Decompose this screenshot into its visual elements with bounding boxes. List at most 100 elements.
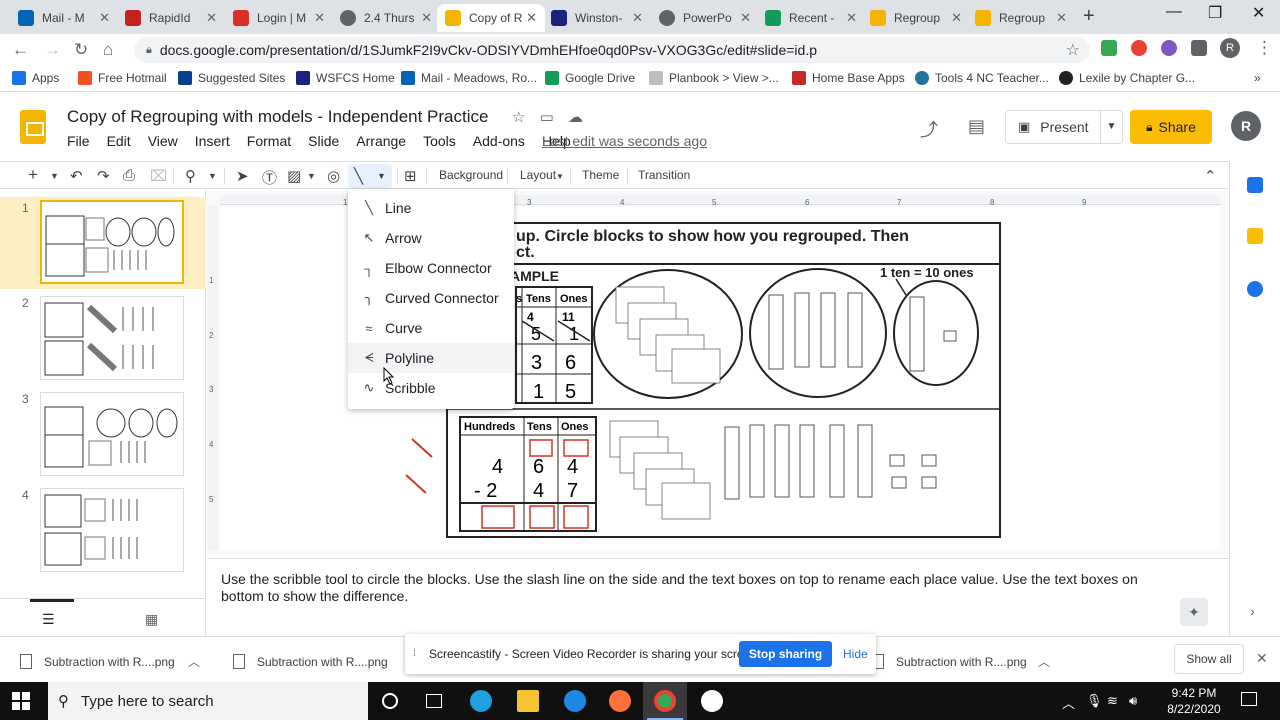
calendar-icon[interactable] (1247, 177, 1263, 193)
menu-file[interactable]: File (67, 133, 90, 149)
grid-view-icon[interactable]: ▦ (145, 611, 158, 628)
taskbar-clock[interactable]: 9:42 PM 8/22/2020 (1160, 685, 1228, 717)
menu-item-polyline[interactable]: ᗕ Polyline (348, 343, 514, 373)
back-icon[interactable]: ← (12, 40, 29, 60)
comment-icon[interactable]: ▤ (968, 116, 985, 137)
present-dropdown-icon[interactable]: ▼ (1100, 111, 1122, 143)
app-icon[interactable] (690, 682, 734, 720)
bookmark[interactable]: Home Base Apps (792, 71, 905, 85)
theme-button[interactable]: Theme (582, 168, 619, 182)
line-dropdown-icon[interactable]: ▼ (377, 171, 386, 181)
image-icon[interactable]: ▨ (287, 167, 301, 185)
browser-tab-active[interactable]: Copy of R ✕ (437, 4, 545, 32)
tray-chevron-icon[interactable]: ︿ (1062, 693, 1075, 712)
transition-button[interactable]: Transition (638, 168, 690, 182)
browser-tab[interactable]: RapidId ✕ (117, 4, 225, 32)
bookmark[interactable]: Google Drive (545, 71, 635, 85)
close-tab-icon[interactable]: ✕ (421, 10, 432, 26)
puzzle-icon[interactable] (1191, 40, 1207, 56)
extension-icon[interactable] (1131, 40, 1147, 56)
restore-icon[interactable]: ❐ (1208, 3, 1222, 23)
firefox-icon[interactable] (598, 682, 642, 720)
explore-icon[interactable]: ✦ (1180, 598, 1208, 626)
line-icon[interactable]: ╲ (354, 167, 363, 185)
stop-sharing-button[interactable]: Stop sharing (739, 641, 832, 667)
drag-handle-icon[interactable]: ⁞ (413, 648, 416, 659)
menu-edit[interactable]: Edit (107, 133, 131, 149)
menu-format[interactable]: Format (247, 133, 291, 149)
move-folder-icon[interactable]: ▭ (540, 109, 554, 126)
menu-view[interactable]: View (148, 133, 178, 149)
slide-thumbnail-1[interactable] (40, 200, 184, 284)
menu-arrange[interactable]: Arrange (356, 133, 406, 149)
slide-thumbnail-4[interactable] (40, 488, 184, 572)
home-icon[interactable]: ⌂ (103, 40, 113, 60)
menu-item-elbow-connector[interactable]: ┐ Elbow Connector (348, 253, 514, 283)
hide-button[interactable]: Hide (843, 647, 868, 661)
close-tab-icon[interactable]: ✕ (526, 10, 537, 26)
close-tab-icon[interactable]: ✕ (1056, 10, 1067, 26)
collapse-toolbar-icon[interactable]: ⌃ (1204, 167, 1217, 185)
print-icon[interactable]: ⎙ (123, 167, 135, 184)
network-icon[interactable]: ≋ (1107, 693, 1118, 709)
browser-tab[interactable]: Winston- ✕ (543, 4, 651, 32)
undo-icon[interactable]: ↶ (70, 167, 83, 185)
more-bookmarks-icon[interactable]: » (1254, 71, 1261, 85)
close-tab-icon[interactable]: ✕ (740, 10, 751, 26)
speaker-notes-text[interactable]: Use the scribble tool to circle the bloc… (221, 571, 1181, 605)
notification-icon[interactable] (1241, 692, 1257, 706)
keep-icon[interactable] (1247, 228, 1263, 244)
bookmark[interactable]: Mail - Meadows, Ro... (401, 71, 537, 85)
bookmark-star-icon[interactable]: ☆ (1066, 40, 1080, 60)
close-tab-icon[interactable]: ✕ (206, 10, 217, 26)
menu-item-curve[interactable]: ≈ Curve (348, 313, 514, 343)
extension-icon[interactable] (1161, 40, 1177, 56)
document-title[interactable]: Copy of Regrouping with models - Indepen… (67, 107, 488, 127)
close-tab-icon[interactable]: ✕ (314, 10, 325, 26)
bookmark[interactable]: Free Hotmail (78, 71, 167, 85)
close-tab-icon[interactable]: ✕ (846, 10, 857, 26)
expand-panel-icon[interactable]: › (1250, 603, 1266, 619)
new-slide-dropdown-icon[interactable]: ▼ (50, 171, 59, 181)
menu-slide[interactable]: Slide (308, 133, 339, 149)
cloud-status-icon[interactable]: ☁ (568, 109, 583, 126)
share-button[interactable]: 🔒︎ Share (1130, 110, 1212, 144)
forward-icon[interactable]: → (44, 40, 61, 60)
last-edit-link[interactable]: Last edit was seconds ago (542, 133, 707, 149)
volume-icon[interactable]: 🔊︎ (1129, 693, 1137, 709)
bookmark[interactable]: Lexile by Chapter G... (1059, 71, 1195, 85)
edge-icon[interactable] (459, 682, 503, 720)
background-button[interactable]: Background (439, 168, 503, 182)
browser-tab[interactable]: 2.4 Thurs ✕ (332, 4, 440, 32)
browser-tab[interactable]: Login | M ✕ (225, 4, 333, 32)
activity-trend-icon[interactable]: ⤴ (920, 116, 938, 142)
star-icon[interactable]: ☆ (512, 109, 525, 126)
zoom-dropdown-icon[interactable]: ▼ (208, 171, 217, 181)
menu-addons[interactable]: Add-ons (473, 133, 525, 149)
select-cursor-icon[interactable]: ➤ (236, 167, 249, 185)
zoom-icon[interactable]: ⚲ (185, 167, 196, 185)
show-all-button[interactable]: Show all (1174, 644, 1244, 674)
bookmark[interactable]: WSFCS Home (296, 71, 395, 85)
text-box-icon[interactable]: Ⓣ (262, 167, 277, 188)
account-avatar[interactable]: R (1231, 111, 1261, 141)
browser-tab[interactable]: PowerPo ✕ (651, 4, 759, 32)
filmstrip-view-icon[interactable]: ☰ (42, 611, 55, 628)
internet-explorer-icon[interactable] (553, 682, 597, 720)
present-button[interactable]: ▣ Present ▼ (1005, 110, 1123, 144)
minimize-icon[interactable]: — (1166, 3, 1182, 21)
image-dropdown-icon[interactable]: ▼ (307, 171, 316, 181)
new-tab-icon[interactable]: + (1083, 5, 1095, 28)
layout-button[interactable]: Layout (520, 168, 556, 182)
menu-item-curved-connector[interactable]: ╮ Curved Connector (348, 283, 514, 313)
taskbar-search-input[interactable]: ⚲ Type here to search (48, 682, 368, 720)
file-explorer-icon[interactable] (506, 682, 550, 720)
close-tab-icon[interactable]: ✕ (632, 10, 643, 26)
reload-icon[interactable]: ↻ (74, 40, 88, 60)
cortana-icon[interactable] (368, 682, 412, 720)
slide-thumbnail-3[interactable] (40, 392, 184, 476)
menu-item-arrow[interactable]: ↖ Arrow (348, 223, 514, 253)
close-downloads-icon[interactable]: ✕ (1256, 650, 1268, 667)
bookmark-apps[interactable]: Apps (12, 71, 59, 85)
bookmark[interactable]: Planbook > View >... (649, 71, 779, 85)
